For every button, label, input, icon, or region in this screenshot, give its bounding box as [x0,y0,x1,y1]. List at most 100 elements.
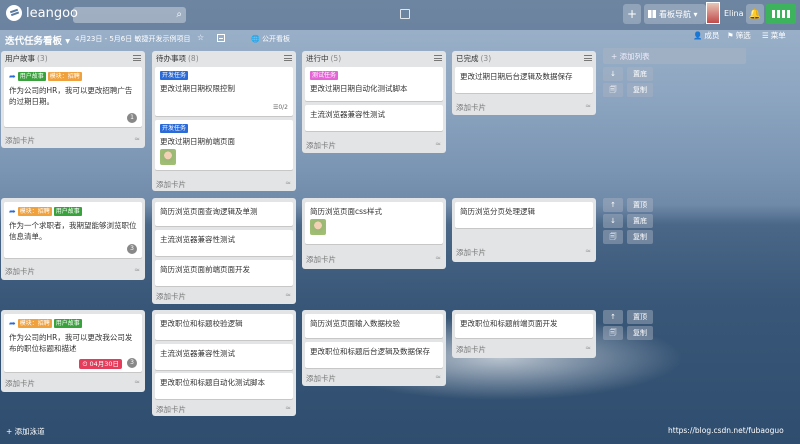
app-switch-icon[interactable] [766,4,796,24]
collapse-icon[interactable]: ≈ [134,135,140,143]
move-top-icon[interactable]: ↑ [603,310,623,324]
list-menu-icon[interactable] [284,55,292,61]
story-card[interactable]: ➦ 模块：招聘 用户故事 作为一个求职者，我期望能够浏览职位信息清单。 3 [4,202,142,258]
card-title: 作为公司的HR，我可以更改招聘广告的过期日期。 [9,86,133,106]
add-button[interactable]: + [623,4,641,24]
add-card-button[interactable]: 添加卡片 [5,135,35,146]
collapse-icon[interactable]: ≈ [285,291,291,299]
search-input[interactable]: ⌕ [73,7,186,23]
task-card[interactable]: 更改职位和标题自动化测试脚本 [155,373,293,399]
logo[interactable]: leangoo [6,5,78,21]
list-menu-icon[interactable] [133,55,141,61]
board-nav-button[interactable]: 看板导航 ▾ [644,4,706,24]
window-icon[interactable] [400,9,410,19]
collapse-icon[interactable]: ≈ [285,179,291,187]
card-title: 主流浏览器兼容性测试 [310,110,385,119]
move-top-button[interactable]: 置顶 [627,198,653,212]
task-card[interactable]: 更改职位和标题后台逻辑及数据保存 [305,342,443,368]
collapse-icon[interactable]: ≈ [134,266,140,274]
due-date-badge[interactable]: ⏲ 04月30日 [79,359,122,369]
list-header[interactable]: 已完成 (3) [452,51,596,65]
archive-icon[interactable] [217,34,225,42]
add-card-button[interactable]: 添加卡片 [156,179,186,190]
task-card[interactable]: 更改过期日期后台逻辑及数据保存 [455,67,593,93]
collapse-icon[interactable]: ≈ [435,373,441,381]
move-bottom-button[interactable]: 置底 [627,67,653,81]
move-bottom-icon[interactable]: ↓ [603,214,623,228]
copy-button[interactable]: 复制 [627,326,653,340]
menu-button[interactable]: ☰ 菜单 [762,30,786,41]
list-user-stories: ➦ 模块：招聘 用户故事 作为一个求职者，我期望能够浏览职位信息清单。 3 添加… [1,198,145,280]
copy-icon[interactable]: 🗐 [603,230,623,244]
task-card[interactable]: 测试任务 更改过期日期自动化测试脚本 [305,67,443,101]
bell-icon[interactable]: 🔔 [746,4,764,24]
avatar[interactable] [706,2,720,24]
task-card[interactable]: 简历浏览页面前端页面开发 [155,260,293,286]
add-card-button[interactable]: 添加卡片 [156,404,186,415]
list-header[interactable]: 进行中 (5) [302,51,446,65]
add-card-button[interactable]: 添加卡片 [156,291,186,302]
add-card-button[interactable]: 添加卡片 [5,378,35,389]
card-title: 更改过期日期权限控制 [160,84,235,93]
task-card[interactable]: 简历浏览页面css样式 [305,202,443,244]
collapse-icon[interactable]: ≈ [435,140,441,148]
collapse-icon[interactable]: ≈ [585,247,591,255]
task-card[interactable]: 简历浏览页面查询逻辑及单测 [155,202,293,226]
task-card[interactable]: 开发任务 更改过期日期权限控制 ☰0/2 [155,67,293,116]
card-title: 主流浏览器兼容性测试 [160,235,235,244]
copy-icon[interactable]: 🗐 [603,83,623,97]
list-menu-icon[interactable] [584,55,592,61]
add-card-button[interactable]: 添加卡片 [306,373,336,384]
move-top-button[interactable]: 置顶 [627,310,653,324]
task-card[interactable]: 更改职位和标题前端页面开发 [455,314,593,338]
add-card-button[interactable]: 添加卡片 [456,344,486,355]
list-doing: 简历浏览页面输入数据校验 更改职位和标题后台逻辑及数据保存 添加卡片 ≈ [302,310,446,386]
task-card[interactable]: 简历浏览页面输入数据校验 [305,314,443,338]
list-todo: 简历浏览页面查询逻辑及单测 主流浏览器兼容性测试 简历浏览页面前端页面开发 添加… [152,198,296,304]
member-avatar[interactable] [160,149,176,165]
task-card[interactable]: 更改职位和标题校验逻辑 [155,314,293,340]
members-button[interactable]: 👤 成员 [693,30,719,41]
task-card[interactable]: 开发任务 更改过期日期前端页面 [155,120,293,170]
tag-module: 模块：招聘 [47,72,82,81]
story-card[interactable]: ➦ 用户故事 模块：招聘 作为公司的HR，我可以更改招聘广告的过期日期。 1 [4,67,142,127]
star-icon[interactable]: ☆ [197,33,204,42]
copy-button[interactable]: 复制 [627,83,653,97]
list-header[interactable]: 用户故事 (3) [1,51,145,65]
list-header[interactable]: 待办事项 (8) [152,51,296,65]
story-card[interactable]: ➦ 模块：招聘 用户故事 作为公司的HR，我可以更改我公司发布的职位标题和描述 … [4,314,142,372]
add-card-button[interactable]: 添加卡片 [306,140,336,151]
list-doing: 进行中 (5) 测试任务 更改过期日期自动化测试脚本 主流浏览器兼容性测试 添加卡… [302,51,446,153]
board-title[interactable]: 迭代任务看板 ▾ [5,33,70,47]
task-card[interactable]: 主流浏览器兼容性测试 [155,230,293,256]
collapse-icon[interactable]: ≈ [134,378,140,386]
add-card-button[interactable]: 添加卡片 [5,266,35,277]
public-board-toggle[interactable]: 🌐 公开看板 [251,34,290,44]
user-name[interactable]: Elina [724,9,743,18]
move-bottom-icon[interactable]: ↓ [603,67,623,81]
tag-dev-task: 开发任务 [160,71,189,80]
task-card[interactable]: 简历浏览分页处理逻辑 [455,202,593,228]
add-card-button[interactable]: 添加卡片 [456,247,486,258]
menu-lines-icon: ☰ [762,31,769,40]
task-card[interactable]: 主流浏览器兼容性测试 [305,105,443,131]
collapse-icon[interactable]: ≈ [285,404,291,412]
add-card-button[interactable]: 添加卡片 [456,102,486,113]
checklist-progress: ☰0/2 [272,104,288,111]
add-lane-button[interactable]: + 添加泳道 [6,426,45,437]
filter-button[interactable]: ⚑ 筛选 [727,30,751,41]
add-list-button[interactable]: + 添加列表 [603,48,746,64]
task-card[interactable]: 主流浏览器兼容性测试 [155,344,293,370]
collapse-icon[interactable]: ≈ [435,254,441,262]
move-top-icon[interactable]: ↑ [603,198,623,212]
collapse-icon[interactable]: ≈ [585,102,591,110]
add-card-button[interactable]: 添加卡片 [306,254,336,265]
move-bottom-button[interactable]: 置底 [627,214,653,228]
search-icon[interactable]: ⌕ [176,9,182,20]
member-avatar[interactable] [310,219,326,235]
copy-button[interactable]: 复制 [627,230,653,244]
collapse-icon[interactable]: ≈ [585,344,591,352]
list-done: 已完成 (3) 更改过期日期后台逻辑及数据保存 添加卡片 ≈ [452,51,596,115]
list-menu-icon[interactable] [434,55,442,61]
copy-icon[interactable]: 🗐 [603,326,623,340]
